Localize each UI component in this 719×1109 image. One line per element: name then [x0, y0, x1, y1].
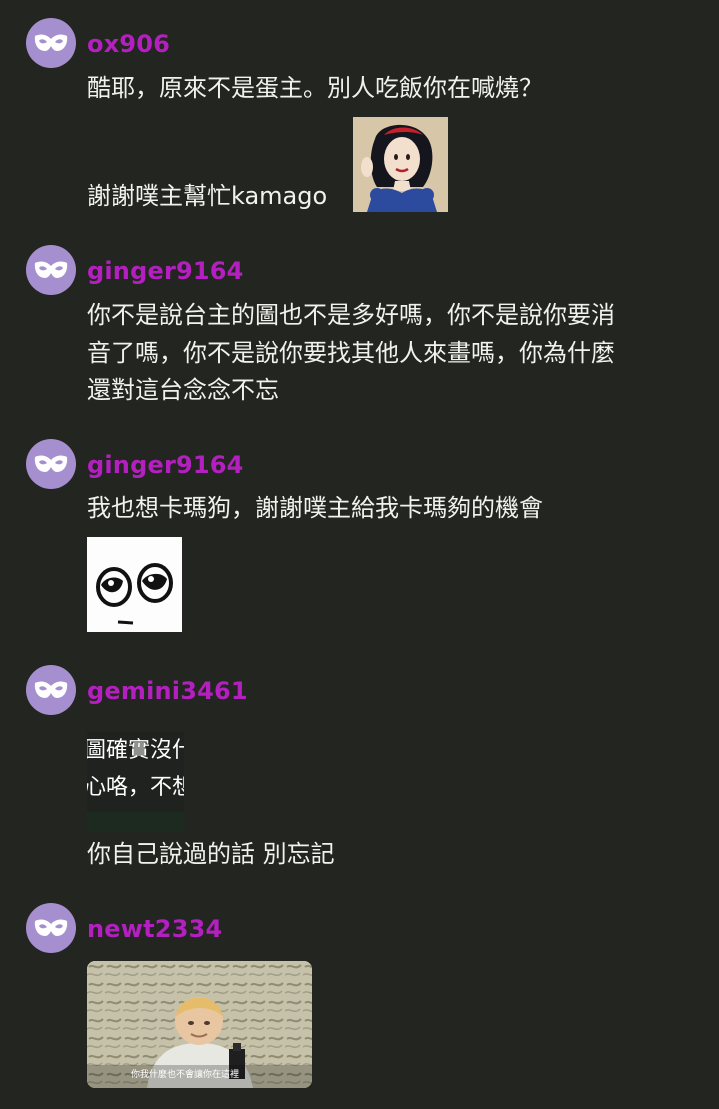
comment-text: 你自己說過的話 別忘記 — [87, 840, 335, 868]
comment-text: 你不是說台主的圖也不是多好嗎，你不是說你要消 — [87, 301, 615, 329]
screenshot-text: 圖確實沒什 — [87, 738, 184, 763]
text-screenshot-image[interactable]: 圖確實沒什 心咯，不想 — [87, 732, 184, 832]
comment-text: 還對這台念念不忘 — [87, 376, 279, 404]
avatar[interactable] — [26, 903, 76, 953]
comment-text: 酷耶，原來不是蛋主。別人吃飯你在喊燒？ — [87, 74, 543, 102]
username[interactable]: ginger9164 — [87, 451, 244, 479]
snow-white-sticker[interactable] — [353, 117, 448, 212]
eyes-sticker[interactable] — [87, 537, 182, 632]
mask-icon — [34, 681, 68, 698]
avatar[interactable] — [26, 245, 76, 295]
mask-icon — [34, 919, 68, 936]
comment-text: 音了嗎，你不是說你要找其他人來畫嗎，你為什麼 — [87, 339, 615, 367]
video-thumbnail[interactable]: 你我什麼也不會讓你在這裡 — [87, 961, 312, 1088]
avatar[interactable] — [26, 439, 76, 489]
avatar[interactable] — [26, 665, 76, 715]
avatar[interactable] — [26, 18, 76, 68]
video-caption: 你我什麼也不會讓你在這裡 — [131, 1070, 240, 1080]
username[interactable]: gemini3461 — [87, 677, 248, 705]
username[interactable]: newt2334 — [87, 915, 222, 943]
mask-icon — [34, 455, 68, 472]
mask-icon — [34, 34, 68, 51]
username[interactable]: ox906 — [87, 30, 170, 58]
screenshot-bottom-band — [87, 812, 184, 832]
comment-text: 謝謝噗主幫忙kamago — [87, 182, 328, 210]
comment-text: 我也想卡瑪狗，謝謝噗主給我卡瑪夠的機會 — [87, 494, 543, 522]
screenshot-text: 心咯，不想 — [87, 775, 184, 800]
mask-icon — [34, 261, 68, 278]
username[interactable]: ginger9164 — [87, 257, 244, 285]
